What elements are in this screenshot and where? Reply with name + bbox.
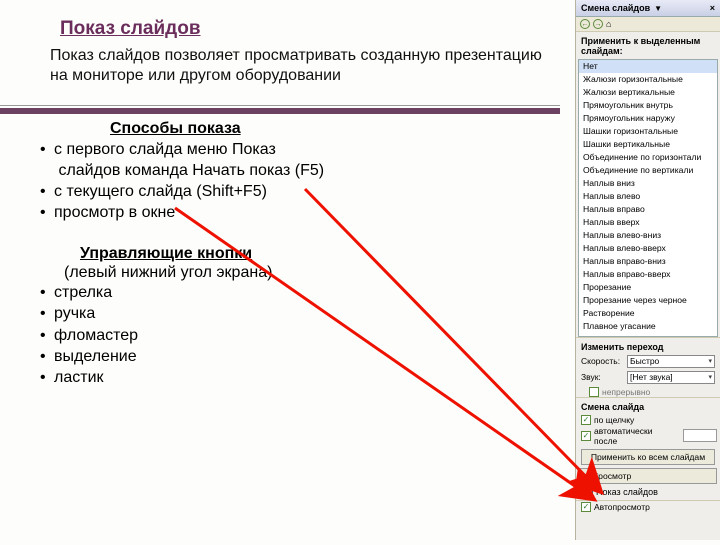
effect-option[interactable]: Наплыв вверх	[579, 216, 717, 229]
effect-option[interactable]: Прорезание через черное	[579, 294, 717, 307]
effect-option[interactable]: Шашки горизонтальные	[579, 125, 717, 138]
speed-row: Скорость: Быстро▾	[576, 354, 720, 370]
play-icon	[584, 473, 589, 479]
apply-to-selected-label: Применить к выделенным слайдам:	[576, 32, 720, 59]
effect-option[interactable]: Жалюзи горизонтальные	[579, 73, 717, 86]
on-click-checkbox[interactable]: ✓	[581, 415, 591, 425]
auto-after-row[interactable]: ✓ автоматически после	[576, 425, 720, 446]
effects-listbox[interactable]: НетЖалюзи горизонтальныеЖалюзи вертикаль…	[578, 59, 718, 337]
slide-title: Показ слайдов	[60, 18, 555, 40]
effect-option[interactable]: Прорезание	[579, 281, 717, 294]
monitor-icon	[581, 487, 593, 497]
home-icon[interactable]: ⌂	[606, 19, 611, 29]
auto-after-checkbox[interactable]: ✓	[581, 431, 591, 441]
effect-option[interactable]: Наплыв влево-вниз	[579, 229, 717, 242]
effect-option[interactable]: Наплыв вправо-вверх	[579, 268, 717, 281]
advance-section-label: Смена слайда	[576, 397, 720, 414]
divider-thin	[0, 105, 560, 106]
effect-option[interactable]: Объединение по горизонтали	[579, 151, 717, 164]
autoview-checkbox[interactable]: ✓	[581, 502, 591, 512]
continuous-row[interactable]: непрерывно	[576, 386, 720, 397]
list-item: •ручка	[40, 303, 555, 324]
pane-toolbar: ← → ⌂	[576, 17, 720, 32]
effect-option[interactable]: Наплыв влево-вверх	[579, 242, 717, 255]
ways-list: •с первого слайда меню Показ слайдов ком…	[40, 139, 555, 223]
list-item: •с текущего слайда (Shift+F5)	[40, 181, 555, 202]
divider-thick	[0, 108, 560, 114]
list-item: •с первого слайда меню Показ слайдов ком…	[40, 139, 555, 181]
forward-icon[interactable]: →	[593, 19, 603, 29]
effect-option[interactable]: Жалюзи вертикальные	[579, 86, 717, 99]
list-item: •стрелка	[40, 282, 555, 303]
autoview-row[interactable]: ✓ Автопросмотр	[576, 501, 720, 512]
dropdown-arrow-icon[interactable]: ▼	[654, 4, 662, 13]
slideshow-button[interactable]: Показ слайдов	[581, 487, 715, 497]
task-pane: Смена слайдов ▼ × ← → ⌂ Применить к выде…	[575, 0, 720, 540]
effect-option[interactable]: Растворение	[579, 307, 717, 320]
sound-row: Звук: [Нет звука]▾	[576, 370, 720, 386]
slide-description: Показ слайдов позволяет просматривать со…	[50, 46, 545, 87]
effect-option[interactable]: Наплыв вниз	[579, 177, 717, 190]
effect-option[interactable]: Прямоугольник внутрь	[579, 99, 717, 112]
controls-list: •стрелка•ручка•фломастер•выделение•ласти…	[40, 282, 555, 388]
ways-heading: Способы показа	[110, 120, 555, 138]
list-item: •просмотр в окне	[40, 202, 555, 223]
pane-title-bar: Смена слайдов ▼ ×	[576, 0, 720, 17]
effect-option[interactable]: Объединение по вертикали	[579, 164, 717, 177]
speed-label: Скорость:	[581, 356, 623, 366]
effect-option[interactable]: Плавное угасание	[579, 320, 717, 333]
apply-to-all-button[interactable]: Применить ко всем слайдам	[581, 449, 715, 465]
back-icon[interactable]: ←	[580, 19, 590, 29]
preview-button[interactable]: Просмотр	[579, 468, 717, 484]
speed-select[interactable]: Быстро▾	[627, 355, 715, 368]
list-item: •выделение	[40, 346, 555, 367]
controls-heading: Управляющие кнопки	[80, 245, 555, 263]
slide-body: Показ слайдов Показ слайдов позволяет пр…	[0, 0, 575, 540]
list-item: •ластик	[40, 367, 555, 388]
effect-option[interactable]: Наплыв вправо-вниз	[579, 255, 717, 268]
continuous-checkbox[interactable]	[589, 387, 599, 397]
transition-section-label: Изменить переход	[576, 337, 720, 354]
effect-option[interactable]: Наплыв влево	[579, 190, 717, 203]
sound-label: Звук:	[581, 372, 623, 382]
auto-after-time-input[interactable]	[683, 429, 717, 442]
effect-option[interactable]: Шашки вертикальные	[579, 138, 717, 151]
effect-option[interactable]: Прямоугольник наружу	[579, 112, 717, 125]
effect-option[interactable]: Нет	[579, 60, 717, 73]
pane-title-text: Смена слайдов	[581, 3, 650, 13]
controls-subtitle: (левый нижний угол экрана)	[64, 264, 555, 282]
list-item: •фломастер	[40, 325, 555, 346]
sound-select[interactable]: [Нет звука]▾	[627, 371, 715, 384]
on-click-row[interactable]: ✓ по щелчку	[576, 414, 720, 425]
effect-option[interactable]: Наплыв вправо	[579, 203, 717, 216]
close-icon[interactable]: ×	[710, 3, 715, 13]
